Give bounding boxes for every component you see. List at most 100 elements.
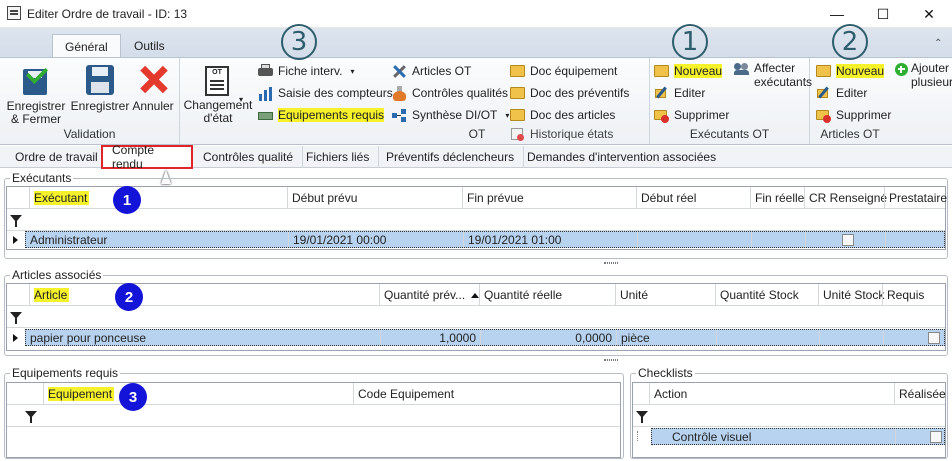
filter-icon[interactable]: [10, 312, 22, 324]
hierarchy-icon: [392, 108, 407, 123]
col-cr-renseigne[interactable]: CR Renseigné: [804, 187, 887, 209]
table-row[interactable]: papier pour ponceuse 1,0000 0,0000 pièce: [7, 329, 945, 347]
col-quantite-prev[interactable]: Quantité prév...: [379, 284, 480, 306]
requis-checkbox[interactable]: [928, 331, 940, 344]
floppy-icon: [83, 63, 117, 97]
col-article[interactable]: Article: [29, 284, 379, 306]
saisie-compteurs-button[interactable]: Saisie des compteurs: [258, 83, 393, 103]
col-realisee[interactable]: Réalisée: [894, 383, 946, 405]
ribbon-tab-general[interactable]: Général: [52, 34, 121, 58]
tab-preventifs-declencheurs[interactable]: Préventifs déclencheurs: [377, 146, 525, 168]
article-edit-button[interactable]: Editer: [816, 83, 867, 103]
articles-title: Articles associés: [10, 268, 104, 282]
col-requis[interactable]: Requis: [882, 284, 945, 306]
table-row[interactable]: Contrôle visuel: [633, 428, 945, 446]
col-unite-stock[interactable]: Unité Stock: [818, 284, 884, 306]
col-equipement[interactable]: Equipement: [43, 383, 353, 405]
equipements-requis-button[interactable]: Equipements requis: [258, 105, 385, 125]
col-fin-prevue[interactable]: Fin prévue: [462, 187, 636, 209]
cr-renseigne-checkbox[interactable]: [841, 233, 854, 246]
cell-fin-prevue: 19/01/2021 01:00: [463, 232, 637, 247]
controles-qualites-button[interactable]: Contrôles qualités: [392, 83, 508, 103]
collapse-ribbon-icon[interactable]: ⌃: [934, 38, 942, 49]
ribbon-tab-outils[interactable]: Outils: [122, 34, 177, 58]
filter-icon[interactable]: [25, 411, 37, 423]
checklists-title: Checklists: [636, 366, 695, 380]
save-close-button[interactable]: Enregistrer & Fermer: [5, 61, 67, 126]
splitter-grip[interactable]: [604, 359, 618, 361]
table-row[interactable]: Administrateur 19/01/2021 00:00 19/01/20…: [7, 231, 945, 249]
equipment-icon: [258, 108, 273, 123]
executants-filter-row[interactable]: [7, 209, 945, 231]
new-folder-icon: [816, 65, 831, 77]
ajouter-plusieurs-label: Ajouter plusieurs: [911, 61, 952, 89]
col-debut-prevu[interactable]: Début prévu: [287, 187, 461, 209]
doc-equipement-button[interactable]: Doc équipement: [510, 61, 617, 81]
col-unite[interactable]: Unité: [615, 284, 715, 306]
doc-preventifs-button[interactable]: Doc des préventifs: [510, 83, 629, 103]
fiche-interv-label: Fiche interv.: [278, 64, 343, 78]
ribbon-tab-bar: Général Outils ⌃: [0, 28, 952, 58]
cell-action: Contrôle visuel: [672, 429, 752, 444]
equipements-filter-row[interactable]: [7, 405, 620, 427]
article-delete-button[interactable]: Supprimer: [816, 105, 891, 125]
col-prestataire[interactable]: Prestataire: [884, 187, 947, 209]
col-executant[interactable]: Exécutant: [29, 187, 291, 209]
executant-new-button[interactable]: Nouveau: [654, 61, 723, 81]
save-button[interactable]: Enregistrer: [70, 63, 130, 113]
col-equipement-label: Equipement: [48, 387, 115, 401]
save-label: Enregistrer: [70, 99, 130, 113]
filter-icon[interactable]: [10, 215, 22, 227]
checklists-filter-row[interactable]: [633, 405, 945, 427]
ajouter-plusieurs-button[interactable]: Ajouter plusieurs: [895, 61, 952, 95]
tab-compte-rendu[interactable]: Compte rendu: [101, 143, 193, 171]
equipements-title: Equipements requis: [10, 366, 121, 380]
callout-2-ribbon: 2: [832, 24, 868, 60]
col-debut-reel[interactable]: Début réel: [636, 187, 750, 209]
historique-etats-button[interactable]: Historique états: [510, 124, 613, 144]
articles-ot-button[interactable]: Articles OT: [392, 61, 471, 81]
col-fin-reelle[interactable]: Fin réelle: [750, 187, 804, 209]
fiche-interv-button[interactable]: Fiche interv. ▾: [258, 61, 354, 81]
tab-fichiers-lies[interactable]: Fichiers liés: [297, 146, 380, 168]
tab-ordre-de-travail[interactable]: Ordre de travail: [6, 146, 108, 168]
splitter-grip[interactable]: [604, 262, 618, 264]
controles-qualites-label: Contrôles qualités: [412, 86, 509, 100]
article-edit-label: Editer: [836, 86, 868, 100]
equipements-grid: Equipement Code Equipement 3: [6, 382, 621, 458]
col-quantite-reelle[interactable]: Quantité réelle: [479, 284, 615, 306]
folder-icon: [510, 65, 525, 77]
col-code-equipement[interactable]: Code Equipement: [353, 383, 620, 405]
realisee-checkbox[interactable]: [930, 430, 942, 443]
group-label-articles: Articles OT: [820, 127, 880, 141]
filter-icon[interactable]: [636, 411, 648, 423]
doc-preventifs-label: Doc des préventifs: [530, 86, 630, 100]
cancel-button[interactable]: Annuler: [131, 63, 175, 113]
doc-articles-label: Doc des articles: [530, 108, 616, 122]
maximize-button[interactable]: ☐: [860, 0, 906, 28]
delete-folder-icon: [654, 108, 669, 123]
tab-controles-qualite[interactable]: Contrôles qualité: [194, 146, 304, 168]
row-expander-icon[interactable]: [637, 431, 645, 441]
executant-edit-button[interactable]: Editer: [654, 83, 705, 103]
col-quantite-stock[interactable]: Quantité Stock: [715, 284, 818, 306]
close-button[interactable]: ✕: [906, 0, 952, 28]
affecter-executants-button[interactable]: Affecter exécutants: [734, 61, 812, 95]
app-icon: [7, 6, 21, 20]
col-quantite-prev-label: Quantité prév...: [384, 288, 466, 302]
col-action[interactable]: Action: [649, 383, 894, 405]
executant-delete-button[interactable]: Supprimer: [654, 105, 729, 125]
doc-articles-button[interactable]: Doc des articles: [510, 105, 615, 125]
synthese-di-ot-button[interactable]: Synthèse DI/OT ▾: [392, 105, 509, 125]
fiche-dropdown-icon: ▾: [350, 66, 355, 76]
tab-demandes-intervention[interactable]: Demandes d'intervention associées: [518, 146, 725, 168]
article-new-button[interactable]: Nouveau: [816, 61, 885, 81]
articles-filter-row[interactable]: [7, 306, 945, 328]
articles-header-row: Article Quantité prév... Quantité réelle…: [7, 284, 945, 306]
historique-etats-label: Historique états: [530, 127, 614, 141]
cancel-x-icon: [136, 63, 170, 97]
synthese-di-ot-label: Synthèse DI/OT: [412, 108, 498, 122]
edit-pencil-icon: [816, 86, 831, 101]
bar-chart-icon: [258, 86, 273, 101]
sort-asc-icon: [471, 292, 480, 298]
